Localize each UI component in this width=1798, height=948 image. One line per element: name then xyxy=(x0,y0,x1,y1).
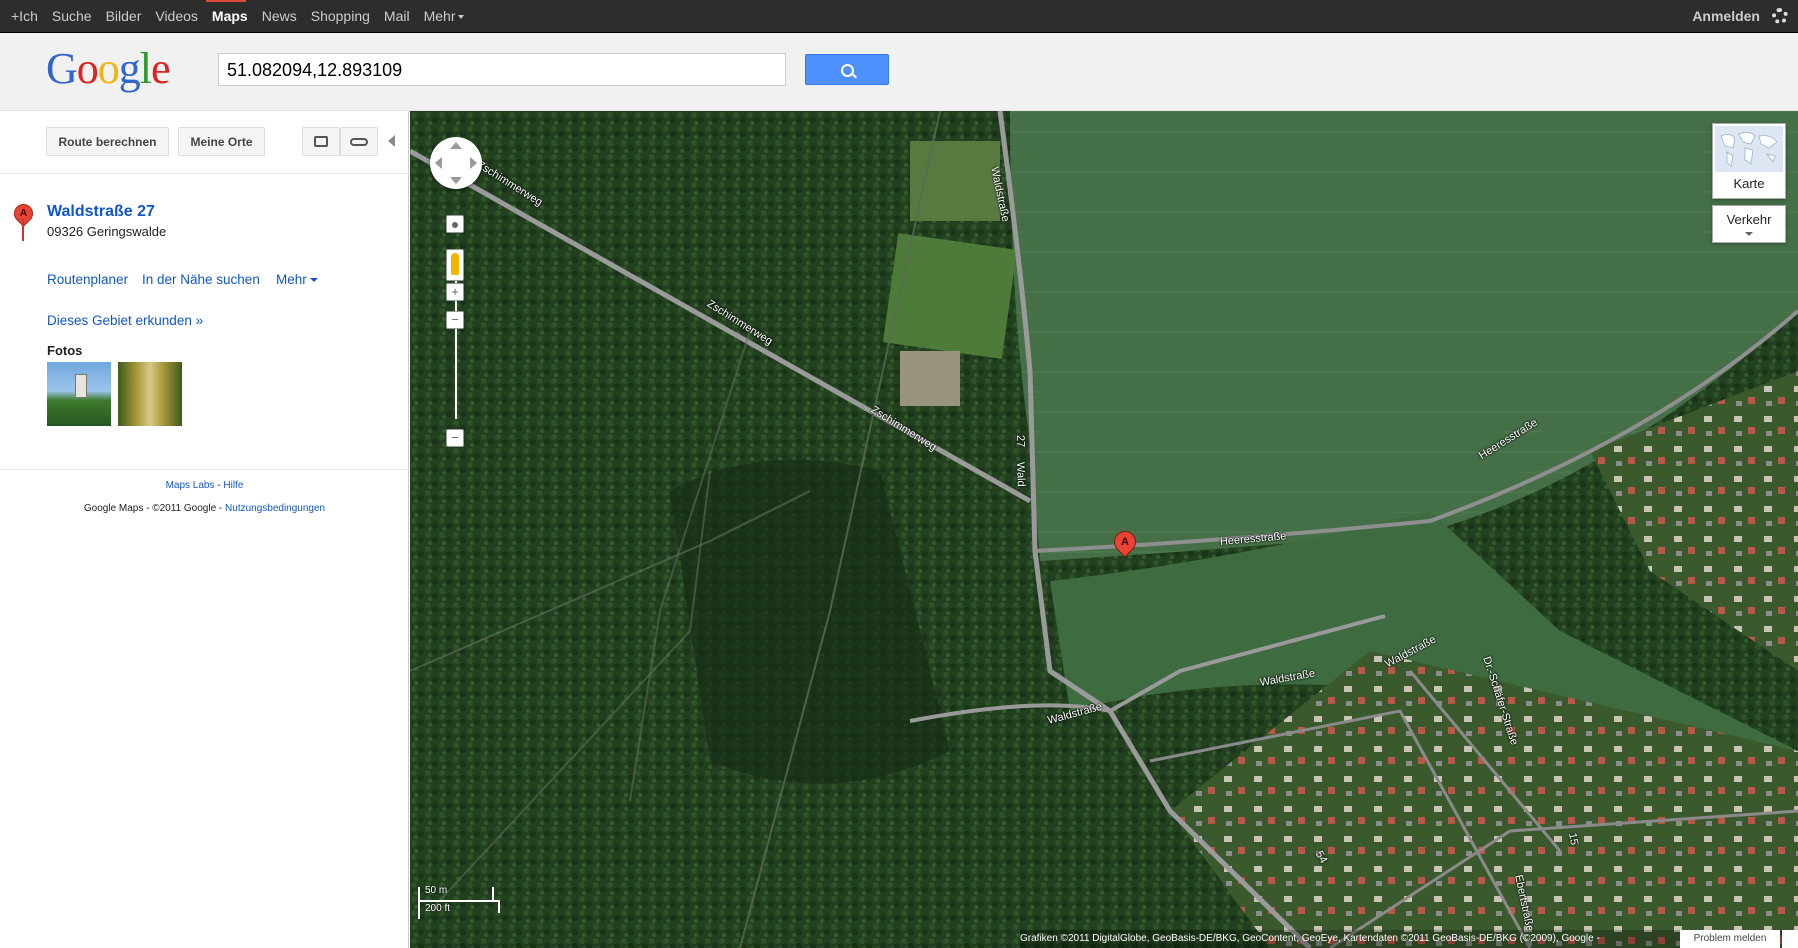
tower-shape xyxy=(75,374,87,398)
expand-corner-icon[interactable] xyxy=(1782,930,1798,948)
zoom-out-button[interactable]: − xyxy=(446,429,464,447)
map-type-button[interactable]: Karte xyxy=(1712,123,1786,199)
pan-up-icon[interactable] xyxy=(450,142,462,149)
nav-videos[interactable]: Videos xyxy=(155,8,198,24)
nav-shopping[interactable]: Shopping xyxy=(311,8,370,24)
pan-right-icon[interactable] xyxy=(470,157,477,169)
chevron-down-icon xyxy=(1745,232,1753,236)
panel-footer-links: Maps Labs - Hilfe xyxy=(0,480,409,491)
marker-pin-tail xyxy=(22,219,24,241)
location-dot-icon xyxy=(452,222,458,228)
google-logo[interactable]: Google xyxy=(46,44,171,93)
logo-letter: o xyxy=(97,44,120,93)
divider xyxy=(0,469,409,470)
maps-labs-link[interactable]: Maps Labs xyxy=(166,480,215,491)
help-link[interactable]: Hilfe xyxy=(223,480,243,491)
logo-letter: e xyxy=(151,44,171,93)
map-type-label: Karte xyxy=(1733,176,1765,191)
world-map-icon xyxy=(1720,132,1778,167)
traffic-label: Verkehr xyxy=(1726,212,1772,227)
road-label: Wald xyxy=(1014,461,1027,487)
signin-link[interactable]: Anmelden xyxy=(1692,8,1760,24)
photo-thumbnail-tower[interactable] xyxy=(47,362,111,426)
pan-left-icon[interactable] xyxy=(435,157,442,169)
nav-maps[interactable]: Maps xyxy=(212,8,248,24)
pan-down-icon[interactable] xyxy=(450,177,462,184)
gear-icon[interactable] xyxy=(1772,8,1788,24)
zoom-slider-handle[interactable]: − xyxy=(446,311,464,329)
pegman-icon[interactable] xyxy=(446,249,464,281)
nav-bilder[interactable]: Bilder xyxy=(106,8,142,24)
world-map-thumbnail xyxy=(1715,126,1783,172)
top-nav: +Ich Suche Bilder Videos Maps News Shopp… xyxy=(0,0,467,32)
collapse-panel-icon[interactable] xyxy=(388,135,395,147)
pegman-figure xyxy=(451,253,459,275)
link-icon xyxy=(350,137,368,146)
search-button[interactable] xyxy=(805,54,889,85)
house-number: 27 xyxy=(1014,434,1027,448)
zoom-in-button[interactable]: + xyxy=(446,283,464,301)
scale-bar: 50 m 200 ft xyxy=(418,885,500,921)
nav-ich[interactable]: +Ich xyxy=(11,8,38,24)
scale-tick xyxy=(418,887,420,919)
chevron-down-icon xyxy=(458,15,465,20)
divider xyxy=(0,173,409,174)
search-input[interactable]: 51.082094,12.893109 xyxy=(218,53,786,86)
marker-letter: A xyxy=(1121,536,1129,548)
photos-heading: Fotos xyxy=(47,343,83,358)
print-button[interactable] xyxy=(302,127,340,156)
scale-tick xyxy=(492,887,494,900)
terms-link[interactable]: Nutzungsbedingungen xyxy=(225,503,325,514)
search-icon xyxy=(841,64,854,77)
left-panel: Route berechnen Meine Orte A Waldstraße … xyxy=(0,111,409,948)
place-title-link[interactable]: Waldstraße 27 xyxy=(47,203,155,221)
nav-suche[interactable]: Suche xyxy=(52,8,92,24)
photo-thumbnail-alley[interactable] xyxy=(118,362,182,426)
logo-letter: o xyxy=(76,44,99,93)
print-icon xyxy=(314,136,328,147)
panel-footer-copyright: Google Maps - ©2011 Google - Nutzungsbed… xyxy=(0,503,409,514)
location-button[interactable] xyxy=(446,215,464,233)
house-number: 15 xyxy=(1566,831,1581,847)
route-button[interactable]: Route berechnen xyxy=(46,127,169,156)
google-top-bar: +Ich Suche Bilder Videos Maps News Shopp… xyxy=(0,0,1798,33)
logo-letter: G xyxy=(46,44,78,93)
nav-mehr[interactable]: Mehr xyxy=(424,8,465,24)
scale-imperial: 200 ft xyxy=(425,903,451,914)
satellite-imagery xyxy=(410,111,1798,948)
copyright-text: Google Maps - ©2011 Google - xyxy=(83,503,226,514)
search-header: Google 51.082094,12.893109 xyxy=(0,33,1798,111)
search-nearby-link[interactable]: In der Nähe suchen xyxy=(142,272,260,287)
active-tab-indicator xyxy=(206,0,246,2)
nav-mail[interactable]: Mail xyxy=(384,8,410,24)
more-link[interactable]: Mehr xyxy=(276,272,318,287)
nav-mehr-label: Mehr xyxy=(423,8,456,24)
scale-line xyxy=(418,900,500,902)
link-button[interactable] xyxy=(340,127,378,156)
top-right: Anmelden xyxy=(1692,0,1788,32)
nav-news[interactable]: News xyxy=(262,8,297,24)
explore-area-link[interactable]: Dieses Gebiet erkunden » xyxy=(47,313,203,328)
directions-link[interactable]: Routenplaner xyxy=(47,272,128,287)
logo-letter: l xyxy=(139,44,152,93)
traffic-layer-button[interactable]: Verkehr xyxy=(1712,205,1786,243)
scale-metric: 50 m xyxy=(425,885,448,896)
satellite-map[interactable]: Zschimmerweg Zschimmerweg Zschimmerweg W… xyxy=(410,111,1798,948)
logo-letter: g xyxy=(118,44,141,93)
my-places-button[interactable]: Meine Orte xyxy=(178,127,265,156)
pan-control[interactable] xyxy=(430,137,482,189)
place-address: 09326 Geringswalde xyxy=(47,224,167,239)
report-problem-link[interactable]: Problem melden xyxy=(1680,930,1780,948)
